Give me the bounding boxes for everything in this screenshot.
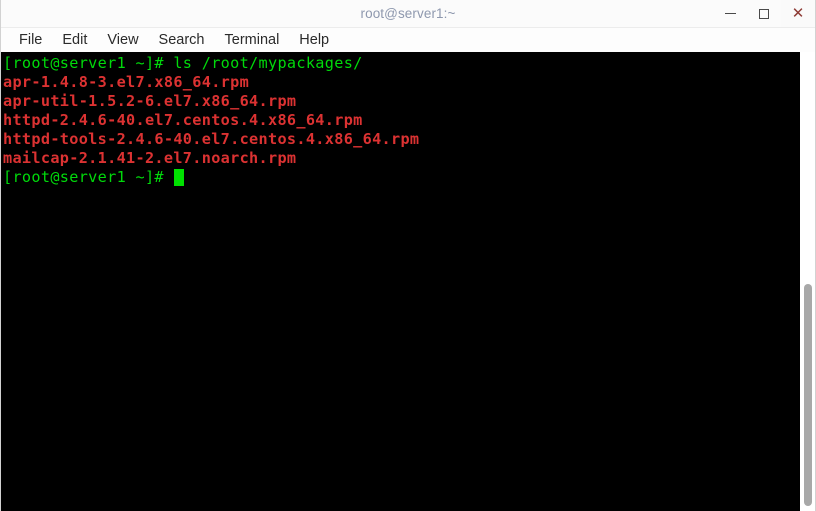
maximize-button[interactable] [747,0,781,27]
terminal-scrollbar[interactable] [800,52,815,511]
terminal-window: root@server1:~ ✕ File Edit View Search T… [0,0,816,511]
terminal-line-command: [root@server1 ~]# ls /root/mypackages/ [3,54,363,72]
terminal-line-file: httpd-tools-2.4.6-40.el7.centos.4.x86_64… [3,130,420,148]
menu-item-view[interactable]: View [97,31,148,50]
terminal-output[interactable]: [root@server1 ~]# ls /root/mypackages/ a… [1,52,800,511]
terminal-area: [root@server1 ~]# ls /root/mypackages/ a… [1,52,815,511]
title-bar: root@server1:~ ✕ [1,0,815,28]
terminal-line-file: httpd-2.4.6-40.el7.centos.4.x86_64.rpm [3,111,363,129]
terminal-prompt-text: [root@server1 ~]# [3,168,174,186]
menu-bar: File Edit View Search Terminal Help [1,28,815,52]
terminal-current-prompt-line: [root@server1 ~]# [3,168,800,187]
menu-item-file[interactable]: File [9,31,52,50]
menu-item-terminal[interactable]: Terminal [215,31,290,50]
menu-item-help[interactable]: Help [289,31,339,50]
close-button[interactable]: ✕ [781,0,815,27]
minimize-icon [724,12,736,15]
scrollbar-thumb[interactable] [804,284,812,506]
terminal-cursor [174,169,185,186]
menu-item-edit[interactable]: Edit [52,31,97,50]
terminal-line-file: mailcap-2.1.41-2.el7.noarch.rpm [3,149,297,167]
minimize-button[interactable] [713,0,747,27]
terminal-line-file: apr-1.4.8-3.el7.x86_64.rpm [3,73,250,91]
close-icon: ✕ [791,5,805,22]
terminal-line-file: apr-util-1.5.2-6.el7.x86_64.rpm [3,92,297,110]
window-title: root@server1:~ [360,6,456,21]
menu-item-search[interactable]: Search [149,31,215,50]
window-controls: ✕ [713,0,815,27]
maximize-icon [759,8,769,19]
